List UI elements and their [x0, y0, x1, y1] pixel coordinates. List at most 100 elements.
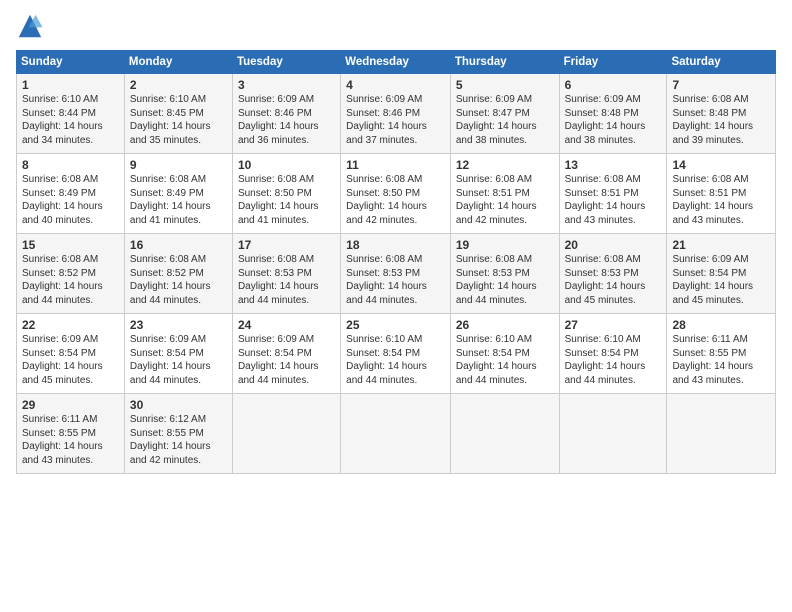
calendar-cell: 25Sunrise: 6:10 AMSunset: 8:54 PMDayligh…	[341, 314, 451, 394]
day-number: 21	[672, 238, 770, 252]
calendar-cell: 29Sunrise: 6:11 AMSunset: 8:55 PMDayligh…	[17, 394, 125, 474]
header-saturday: Saturday	[667, 51, 776, 74]
day-info: Sunrise: 6:10 AMSunset: 8:54 PMDaylight:…	[456, 333, 554, 387]
day-number: 28	[672, 318, 770, 332]
page: SundayMondayTuesdayWednesdayThursdayFrid…	[0, 0, 792, 612]
day-info: Sunrise: 6:08 AMSunset: 8:53 PMDaylight:…	[346, 253, 445, 307]
day-info: Sunrise: 6:11 AMSunset: 8:55 PMDaylight:…	[672, 333, 770, 387]
day-info: Sunrise: 6:08 AMSunset: 8:51 PMDaylight:…	[565, 173, 662, 227]
day-info: Sunrise: 6:09 AMSunset: 8:46 PMDaylight:…	[346, 93, 445, 147]
day-info: Sunrise: 6:08 AMSunset: 8:48 PMDaylight:…	[672, 93, 770, 147]
calendar-cell: 20Sunrise: 6:08 AMSunset: 8:53 PMDayligh…	[559, 234, 667, 314]
calendar-cell: 22Sunrise: 6:09 AMSunset: 8:54 PMDayligh…	[17, 314, 125, 394]
day-number: 19	[456, 238, 554, 252]
day-number: 26	[456, 318, 554, 332]
calendar-cell: 15Sunrise: 6:08 AMSunset: 8:52 PMDayligh…	[17, 234, 125, 314]
calendar-cell	[667, 394, 776, 474]
day-number: 8	[22, 158, 119, 172]
week-row-1: 8 Sunrise: 6:08 AMSunset: 8:49 PMDaylight…	[17, 154, 776, 234]
calendar-cell: 16Sunrise: 6:08 AMSunset: 8:52 PMDayligh…	[124, 234, 232, 314]
day-info: Sunrise: 6:09 AMSunset: 8:54 PMDaylight:…	[130, 333, 227, 387]
day-info: Sunrise: 6:08 AMSunset: 8:53 PMDaylight:…	[238, 253, 335, 307]
calendar-cell: 12Sunrise: 6:08 AMSunset: 8:51 PMDayligh…	[450, 154, 559, 234]
day-info: Sunrise: 6:11 AMSunset: 8:55 PMDaylight:…	[22, 413, 119, 467]
day-number: 18	[346, 238, 445, 252]
header-thursday: Thursday	[450, 51, 559, 74]
header	[16, 12, 776, 40]
calendar-cell: 6Sunrise: 6:09 AMSunset: 8:48 PMDaylight…	[559, 74, 667, 154]
header-friday: Friday	[559, 51, 667, 74]
calendar-cell	[450, 394, 559, 474]
day-number: 14	[672, 158, 770, 172]
calendar-cell: 1Sunrise: 6:10 AMSunset: 8:44 PMDaylight…	[17, 74, 125, 154]
day-number: 17	[238, 238, 335, 252]
day-info: Sunrise: 6:08 AMSunset: 8:53 PMDaylight:…	[565, 253, 662, 307]
day-info: Sunrise: 6:08 AMSunset: 8:51 PMDaylight:…	[456, 173, 554, 227]
day-number: 30	[130, 398, 227, 412]
day-number: 16	[130, 238, 227, 252]
calendar-cell: 23Sunrise: 6:09 AMSunset: 8:54 PMDayligh…	[124, 314, 232, 394]
day-number: 2	[130, 78, 227, 92]
day-number: 12	[456, 158, 554, 172]
calendar-cell: 18Sunrise: 6:08 AMSunset: 8:53 PMDayligh…	[341, 234, 451, 314]
day-info: Sunrise: 6:08 AMSunset: 8:49 PMDaylight:…	[130, 173, 227, 227]
day-info: Sunrise: 6:09 AMSunset: 8:54 PMDaylight:…	[672, 253, 770, 307]
day-number: 20	[565, 238, 662, 252]
day-info: Sunrise: 6:10 AMSunset: 8:45 PMDaylight:…	[130, 93, 227, 147]
day-number: 25	[346, 318, 445, 332]
calendar-cell: 2Sunrise: 6:10 AMSunset: 8:45 PMDaylight…	[124, 74, 232, 154]
week-row-2: 15Sunrise: 6:08 AMSunset: 8:52 PMDayligh…	[17, 234, 776, 314]
day-info: Sunrise: 6:09 AMSunset: 8:54 PMDaylight:…	[22, 333, 119, 387]
calendar-cell: 19Sunrise: 6:08 AMSunset: 8:53 PMDayligh…	[450, 234, 559, 314]
calendar-header: SundayMondayTuesdayWednesdayThursdayFrid…	[17, 51, 776, 74]
day-info: Sunrise: 6:08 AMSunset: 8:51 PMDaylight:…	[672, 173, 770, 227]
day-info: Sunrise: 6:12 AMSunset: 8:55 PMDaylight:…	[130, 413, 227, 467]
day-info: Sunrise: 6:08 AMSunset: 8:50 PMDaylight:…	[238, 173, 335, 227]
calendar-cell: 13Sunrise: 6:08 AMSunset: 8:51 PMDayligh…	[559, 154, 667, 234]
header-wednesday: Wednesday	[341, 51, 451, 74]
header-sunday: Sunday	[17, 51, 125, 74]
day-info: Sunrise: 6:08 AMSunset: 8:52 PMDaylight:…	[130, 253, 227, 307]
calendar-cell: 9Sunrise: 6:08 AMSunset: 8:49 PMDaylight…	[124, 154, 232, 234]
calendar-cell: 21Sunrise: 6:09 AMSunset: 8:54 PMDayligh…	[667, 234, 776, 314]
calendar-cell	[341, 394, 451, 474]
day-info: Sunrise: 6:10 AMSunset: 8:54 PMDaylight:…	[565, 333, 662, 387]
calendar-table: SundayMondayTuesdayWednesdayThursdayFrid…	[16, 50, 776, 474]
week-row-3: 22Sunrise: 6:09 AMSunset: 8:54 PMDayligh…	[17, 314, 776, 394]
day-info: Sunrise: 6:10 AMSunset: 8:44 PMDaylight:…	[22, 93, 119, 147]
day-info: Sunrise: 6:09 AMSunset: 8:48 PMDaylight:…	[565, 93, 662, 147]
calendar-cell: 14Sunrise: 6:08 AMSunset: 8:51 PMDayligh…	[667, 154, 776, 234]
day-number: 4	[346, 78, 445, 92]
day-info: Sunrise: 6:08 AMSunset: 8:53 PMDaylight:…	[456, 253, 554, 307]
calendar-cell	[559, 394, 667, 474]
day-number: 13	[565, 158, 662, 172]
day-number: 15	[22, 238, 119, 252]
calendar-cell: 7Sunrise: 6:08 AMSunset: 8:48 PMDaylight…	[667, 74, 776, 154]
calendar-cell: 28Sunrise: 6:11 AMSunset: 8:55 PMDayligh…	[667, 314, 776, 394]
calendar-cell: 17Sunrise: 6:08 AMSunset: 8:53 PMDayligh…	[232, 234, 340, 314]
header-monday: Monday	[124, 51, 232, 74]
calendar-cell: 5Sunrise: 6:09 AMSunset: 8:47 PMDaylight…	[450, 74, 559, 154]
day-number: 29	[22, 398, 119, 412]
calendar-cell: 30Sunrise: 6:12 AMSunset: 8:55 PMDayligh…	[124, 394, 232, 474]
calendar-cell: 3Sunrise: 6:09 AMSunset: 8:46 PMDaylight…	[232, 74, 340, 154]
calendar-body: 1Sunrise: 6:10 AMSunset: 8:44 PMDaylight…	[17, 74, 776, 474]
header-tuesday: Tuesday	[232, 51, 340, 74]
header-row: SundayMondayTuesdayWednesdayThursdayFrid…	[17, 51, 776, 74]
day-number: 9	[130, 158, 227, 172]
day-number: 6	[565, 78, 662, 92]
day-number: 22	[22, 318, 119, 332]
day-number: 10	[238, 158, 335, 172]
week-row-0: 1Sunrise: 6:10 AMSunset: 8:44 PMDaylight…	[17, 74, 776, 154]
calendar-cell: 8Sunrise: 6:08 AMSunset: 8:49 PMDaylight…	[17, 154, 125, 234]
day-info: Sunrise: 6:09 AMSunset: 8:54 PMDaylight:…	[238, 333, 335, 387]
calendar-cell	[232, 394, 340, 474]
day-number: 27	[565, 318, 662, 332]
calendar-cell: 11Sunrise: 6:08 AMSunset: 8:50 PMDayligh…	[341, 154, 451, 234]
day-number: 1	[22, 78, 119, 92]
calendar-cell: 24Sunrise: 6:09 AMSunset: 8:54 PMDayligh…	[232, 314, 340, 394]
logo-icon	[16, 12, 44, 40]
calendar-cell: 10Sunrise: 6:08 AMSunset: 8:50 PMDayligh…	[232, 154, 340, 234]
day-info: Sunrise: 6:08 AMSunset: 8:52 PMDaylight:…	[22, 253, 119, 307]
calendar-cell: 27Sunrise: 6:10 AMSunset: 8:54 PMDayligh…	[559, 314, 667, 394]
